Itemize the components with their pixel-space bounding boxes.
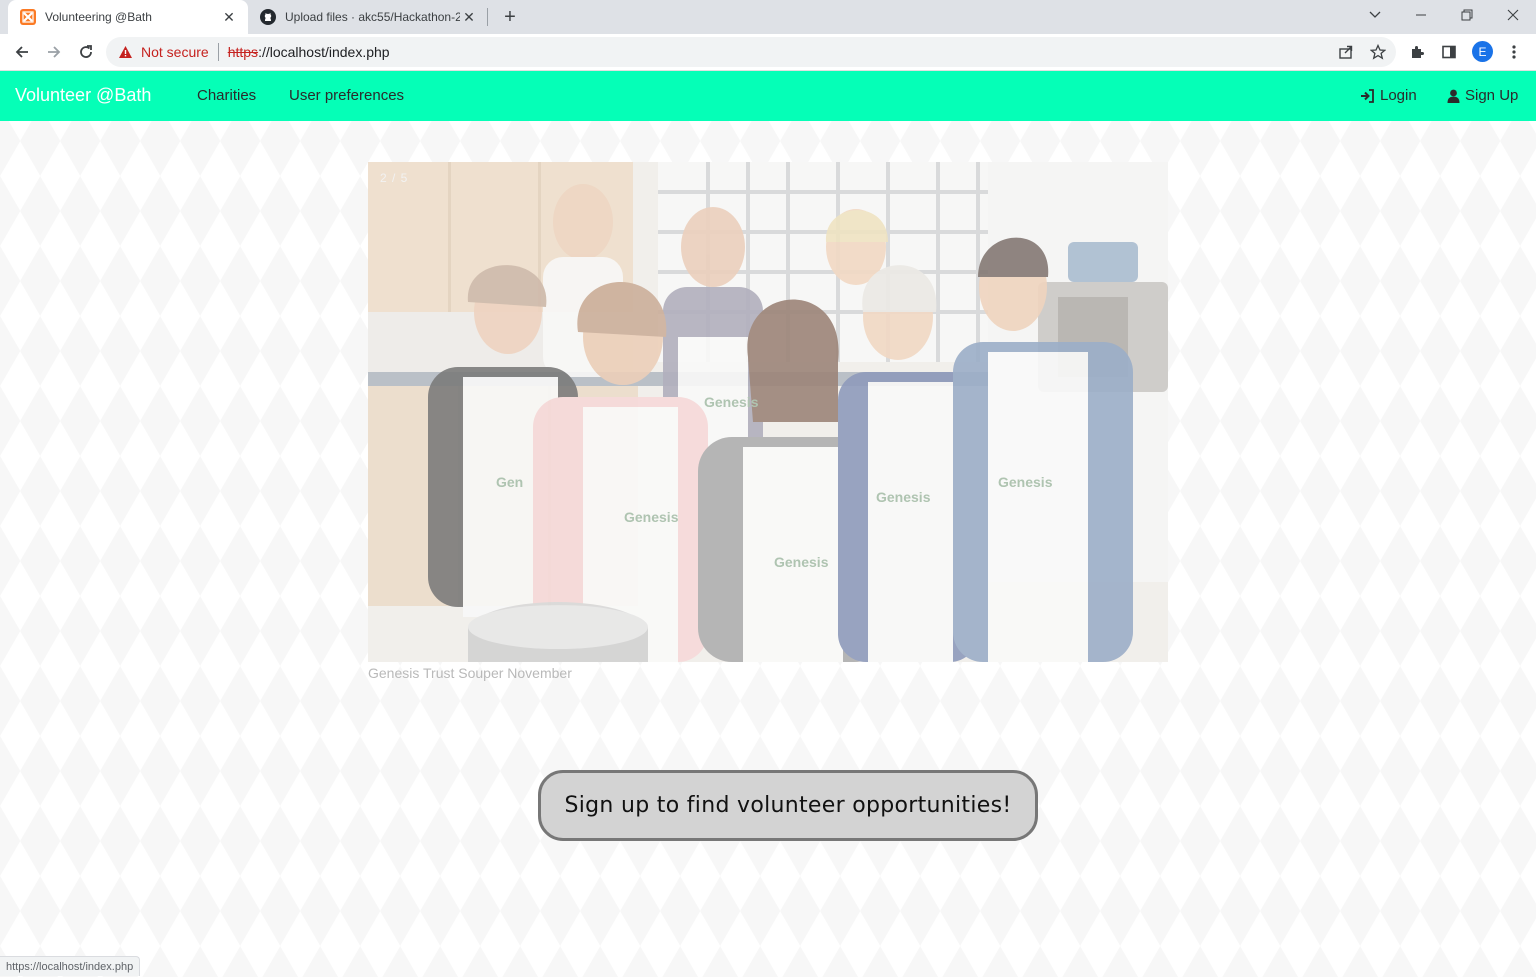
share-icon[interactable]: [1333, 39, 1359, 65]
github-icon: [260, 9, 276, 25]
user-icon: [1447, 89, 1460, 103]
nav-sign-up[interactable]: Sign Up: [1447, 87, 1518, 104]
close-tab-icon[interactable]: ✕: [460, 8, 478, 26]
tab-title: Upload files · akc55/Hackathon-2: [285, 10, 460, 24]
tab-upload-files[interactable]: Upload files · akc55/Hackathon-2 ✕: [248, 0, 488, 34]
url-scheme: https: [227, 44, 259, 60]
xampp-icon: [20, 9, 36, 25]
slideshow-image[interactable]: Genesis Genesis Genesis Genesis Genesis …: [368, 162, 1168, 662]
browser-tab-strip: Volunteering @Bath ✕ Upload files · akc5…: [0, 0, 1536, 34]
volunteers-photo: Genesis Genesis Genesis Genesis Genesis …: [368, 162, 1168, 662]
site-brand[interactable]: Volunteer @Bath: [15, 85, 151, 106]
signup-label: Sign Up: [1465, 87, 1519, 104]
tab-divider: [487, 8, 488, 26]
menu-kebab-icon[interactable]: [1501, 39, 1527, 65]
close-tab-icon[interactable]: ✕: [220, 8, 238, 26]
status-bar-url: https://localhost/index.php: [0, 956, 141, 976]
address-divider: [217, 43, 219, 61]
site-navbar: Volunteer @Bath Charities User preferenc…: [0, 71, 1536, 121]
security-warning[interactable]: Not secure: [118, 44, 209, 60]
reload-button[interactable]: [72, 38, 100, 66]
warning-icon: [119, 46, 132, 58]
profile-avatar[interactable]: E: [1472, 41, 1493, 62]
restore-icon[interactable]: [1444, 0, 1490, 30]
page-viewport: Volunteer @Bath Charities User preferenc…: [0, 71, 1536, 977]
close-window-icon[interactable]: [1490, 0, 1536, 30]
tab-title: Volunteering @Bath: [45, 10, 152, 24]
login-label: Login: [1380, 87, 1417, 104]
extensions-icon[interactable]: [1404, 39, 1430, 65]
slide-caption: Genesis Trust Souper November: [368, 665, 572, 681]
side-panel-icon[interactable]: [1436, 39, 1462, 65]
back-button[interactable]: [8, 38, 36, 66]
sign-up-cta-button[interactable]: Sign up to find volunteer opportunities!: [538, 770, 1038, 841]
new-tab-button[interactable]: +: [498, 5, 522, 29]
login-icon: [1360, 88, 1375, 103]
minimize-icon[interactable]: [1398, 0, 1444, 30]
url-text: https://localhost/index.php: [228, 44, 390, 60]
nav-charities[interactable]: Charities: [197, 87, 256, 104]
address-bar[interactable]: Not secure https://localhost/index.php: [106, 37, 1396, 67]
tab-search-icon[interactable]: [1352, 0, 1398, 30]
nav-user-preferences[interactable]: User preferences: [289, 87, 404, 104]
tab-volunteering[interactable]: Volunteering @Bath ✕: [8, 0, 248, 34]
nav-login[interactable]: Login: [1360, 87, 1417, 104]
url-rest: ://localhost/index.php: [258, 44, 390, 60]
browser-toolbar: Not secure https://localhost/index.php E: [0, 34, 1536, 71]
bookmark-star-icon[interactable]: [1365, 39, 1391, 65]
forward-button[interactable]: [40, 38, 68, 66]
slide-counter: 2 / 5: [380, 171, 409, 185]
not-secure-label: Not secure: [141, 44, 209, 60]
